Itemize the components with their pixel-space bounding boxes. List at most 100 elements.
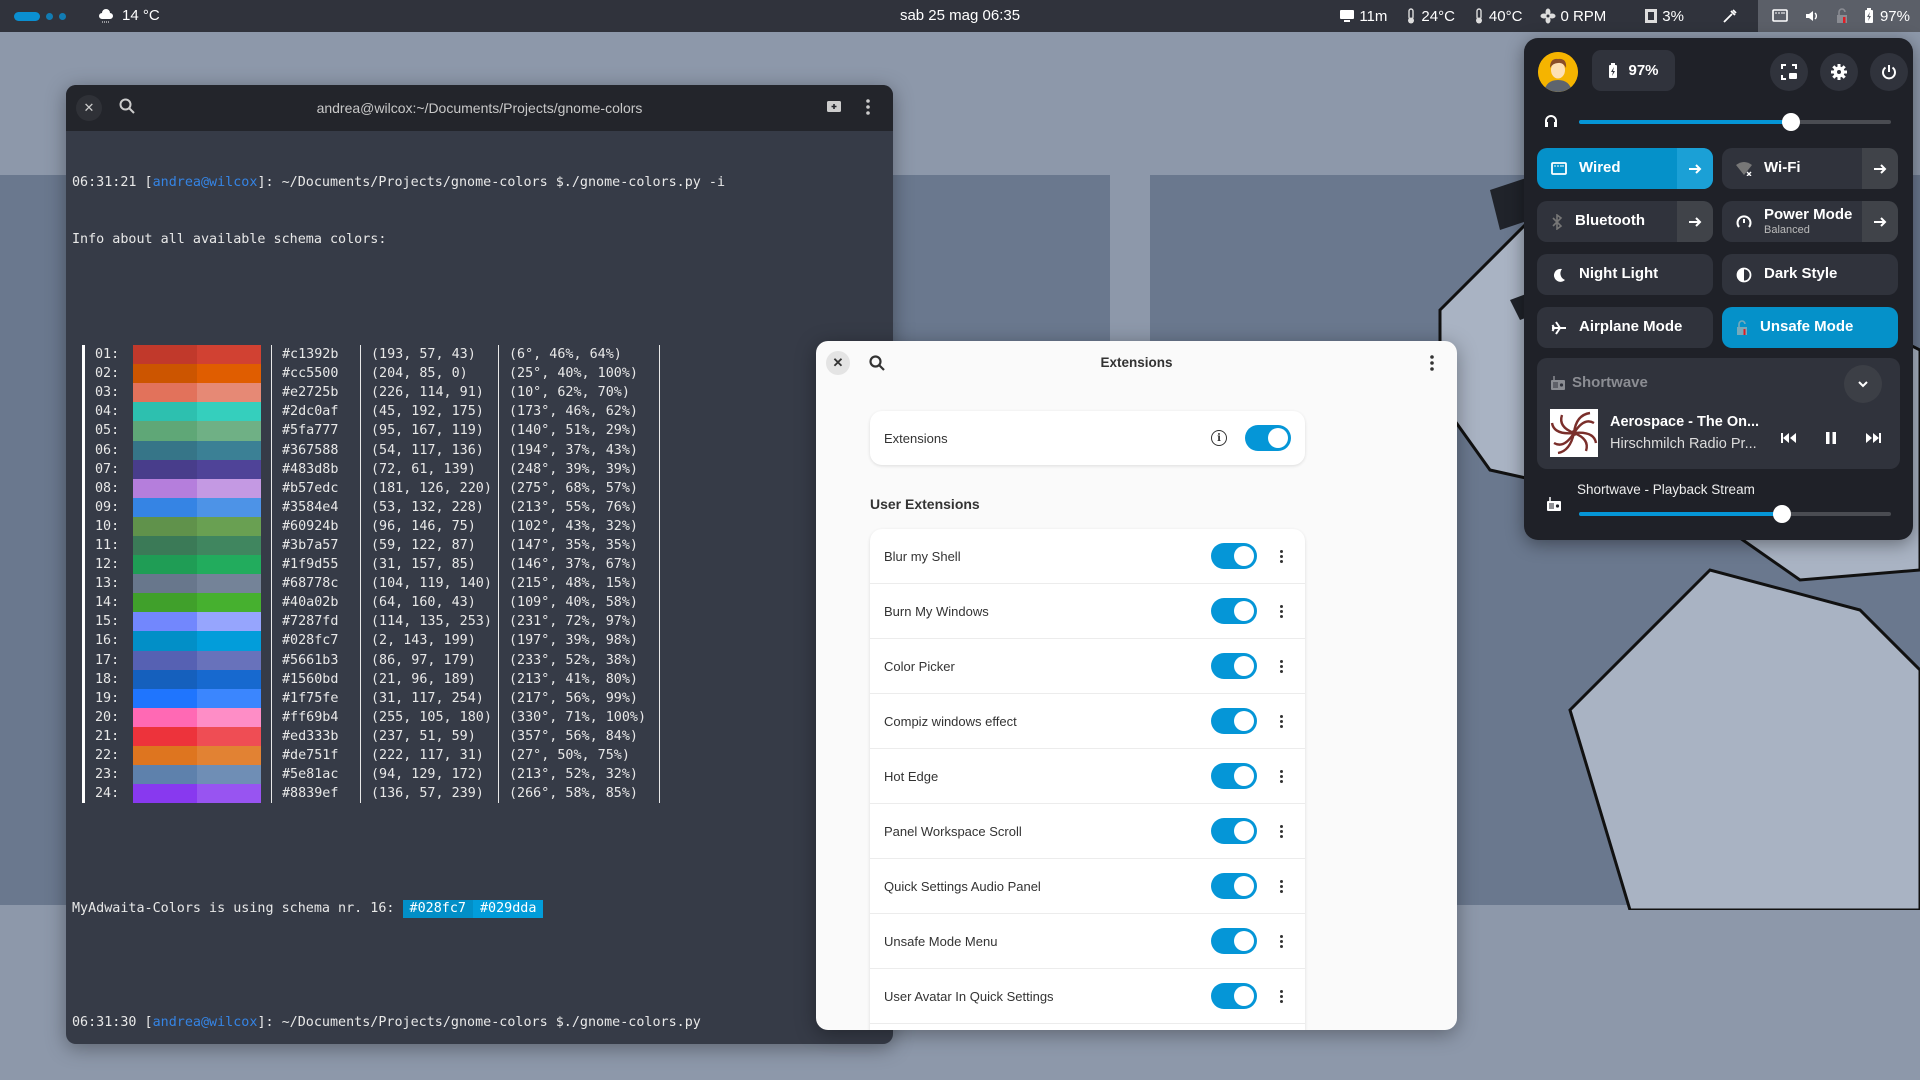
tile-power-mode[interactable]: Power Mode Balanced xyxy=(1722,201,1898,242)
table-border xyxy=(82,459,85,479)
battery-button[interactable]: 97% xyxy=(1592,50,1675,91)
tile-wired[interactable]: Wired xyxy=(1537,148,1713,189)
expand-button[interactable] xyxy=(1844,365,1882,403)
search-icon[interactable] xyxy=(868,354,886,372)
screen-time-indicator[interactable]: 11m xyxy=(1339,8,1387,25)
tile-label: Night Light xyxy=(1579,265,1659,283)
clock[interactable]: sab 25 mag 06:35 xyxy=(900,7,1020,24)
tile-expand-button[interactable] xyxy=(1862,148,1898,189)
terminal-output[interactable]: 06:31:21 [andrea@wilcox]: ~/Documents/Pr… xyxy=(66,131,893,1044)
screenshot-button[interactable] xyxy=(1770,53,1808,91)
tile-toggle[interactable]: Dark Style xyxy=(1722,254,1898,295)
tile-bluetooth[interactable]: Bluetooth xyxy=(1537,201,1713,242)
fan-indicator[interactable]: 0 RPM xyxy=(1540,8,1606,25)
section-title: User Extensions xyxy=(870,496,980,512)
tile-toggle[interactable]: Unsafe Mode xyxy=(1722,307,1898,348)
tile-expand-button[interactable] xyxy=(1677,201,1713,242)
extension-menu-icon[interactable] xyxy=(1271,934,1291,948)
weather-indicator[interactable]: 14 °C xyxy=(98,7,160,24)
terminal-window[interactable]: ✕ andrea@wilcox:~/Documents/Projects/gno… xyxy=(66,85,893,1044)
stream-volume-slider[interactable] xyxy=(1579,505,1891,523)
tile-toggle[interactable]: Wired xyxy=(1537,148,1677,189)
tile-toggle[interactable]: Night Light xyxy=(1537,254,1713,295)
workspace-dot[interactable] xyxy=(59,13,66,20)
next-button[interactable] xyxy=(1861,428,1885,448)
extension-toggle[interactable] xyxy=(1211,873,1257,899)
extension-menu-icon[interactable] xyxy=(1271,659,1291,673)
extension-toggle[interactable] xyxy=(1211,928,1257,954)
power-button[interactable] xyxy=(1870,53,1908,91)
tile-airplane-mode[interactable]: Airplane Mode xyxy=(1537,307,1713,348)
workspace-indicator[interactable] xyxy=(14,12,66,21)
new-tab-icon[interactable] xyxy=(825,98,843,116)
tile-toggle[interactable]: Bluetooth xyxy=(1537,201,1677,242)
workspace-active[interactable] xyxy=(14,12,40,21)
column-separator xyxy=(360,688,361,708)
extension-menu-icon[interactable] xyxy=(1271,604,1291,618)
extension-menu-icon[interactable] xyxy=(1271,549,1291,563)
extension-menu-icon[interactable] xyxy=(1271,879,1291,893)
stream-slider-knob[interactable] xyxy=(1772,505,1791,523)
tile-toggle[interactable]: Wi-Fi xyxy=(1722,148,1862,189)
extension-toggle[interactable] xyxy=(1211,763,1257,789)
workspace-dot[interactable] xyxy=(46,13,53,20)
tile-night-light[interactable]: Night Light xyxy=(1537,254,1713,295)
extensions-window[interactable]: ✕ Extensions Extensions i User Extension… xyxy=(816,341,1457,1030)
schema-number: 05: xyxy=(95,423,120,439)
tile-expand-button[interactable] xyxy=(1677,148,1713,189)
schema-info-table: 01: #c1392b (193, 57, 43) (6°, 46%, 64%) 02:… xyxy=(72,345,887,804)
tile-expand-button[interactable] xyxy=(1862,201,1898,242)
extensions-headerbar[interactable]: ✕ Extensions xyxy=(816,341,1457,387)
pause-button[interactable] xyxy=(1819,428,1843,448)
bluetooth-off-icon xyxy=(1551,213,1563,230)
memory-indicator[interactable]: 3% xyxy=(1644,8,1684,25)
tile-dark-style[interactable]: Dark Style xyxy=(1722,254,1898,295)
extension-menu-icon[interactable] xyxy=(1271,769,1291,783)
schema-rgb: (53, 132, 228) xyxy=(371,499,484,515)
column-separator xyxy=(659,784,660,804)
volume-slider-knob[interactable] xyxy=(1782,113,1801,131)
tile-unsafe-mode[interactable]: Unsafe Mode xyxy=(1722,307,1898,348)
extension-toggle[interactable] xyxy=(1211,708,1257,734)
menu-icon[interactable] xyxy=(1423,353,1441,373)
schema-info-row: 05: #5fa777 (95, 167, 119) (140°, 51%, 29%) xyxy=(72,421,887,441)
previous-button[interactable] xyxy=(1777,428,1801,448)
extension-menu-icon[interactable] xyxy=(1271,824,1291,838)
info-icon[interactable]: i xyxy=(1211,430,1227,446)
tile-toggle[interactable]: Airplane Mode xyxy=(1537,307,1713,348)
extension-toggle[interactable] xyxy=(1211,983,1257,1009)
memory-icon xyxy=(1645,9,1658,23)
close-button[interactable]: ✕ xyxy=(826,351,850,375)
power-icon xyxy=(1882,65,1896,80)
extension-toggle[interactable] xyxy=(1211,818,1257,844)
extensions-master-toggle[interactable] xyxy=(1245,425,1291,451)
extension-toggle[interactable] xyxy=(1211,653,1257,679)
column-separator xyxy=(659,345,660,365)
system-menu-button[interactable]: 97% xyxy=(1757,0,1920,32)
settings-button[interactable] xyxy=(1820,53,1858,91)
color-swatch-secondary xyxy=(197,593,261,613)
terminal-headerbar[interactable]: ✕ andrea@wilcox:~/Documents/Projects/gno… xyxy=(66,85,893,131)
color-swatch-primary xyxy=(133,459,197,479)
column-separator xyxy=(659,421,660,441)
gpu-temp-indicator[interactable]: 40°C xyxy=(1473,8,1522,25)
battery-charging-icon xyxy=(1864,8,1873,23)
tile-wi-fi[interactable]: Wi-Fi xyxy=(1722,148,1898,189)
extension-toggle[interactable] xyxy=(1211,598,1257,624)
menu-icon[interactable] xyxy=(859,97,877,117)
volume-slider[interactable] xyxy=(1579,113,1891,131)
column-separator xyxy=(498,746,499,766)
extension-menu-icon[interactable] xyxy=(1271,714,1291,728)
column-separator xyxy=(360,402,361,422)
skip-next-icon xyxy=(1866,433,1881,443)
cpu-temp-indicator[interactable]: 24°C xyxy=(1405,8,1455,25)
user-avatar[interactable] xyxy=(1538,52,1578,92)
color-picker-indicator[interactable] xyxy=(1722,8,1738,24)
color-swatch-primary xyxy=(133,383,197,403)
column-separator xyxy=(498,383,499,403)
tile-toggle[interactable]: Power Mode Balanced xyxy=(1722,201,1862,242)
table-border xyxy=(82,746,85,766)
extension-menu-icon[interactable] xyxy=(1271,989,1291,1003)
extension-toggle[interactable] xyxy=(1211,543,1257,569)
table-border xyxy=(82,650,85,670)
